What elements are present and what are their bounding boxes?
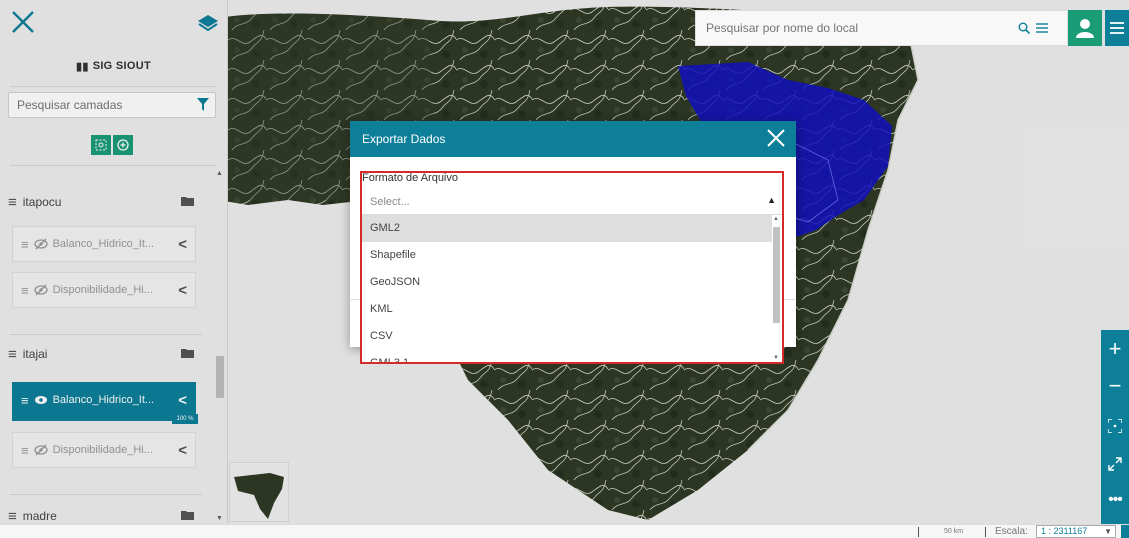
format-options-list: GML2 Shapefile GeoJSON KML CSV GML3.1 xyxy=(362,215,782,362)
scroll-up-icon[interactable]: ▲ xyxy=(773,216,779,222)
list-icon[interactable] xyxy=(1036,22,1048,34)
option-kml[interactable]: KML xyxy=(362,296,772,323)
option-gml31[interactable]: GML3.1 xyxy=(362,350,772,362)
zoom-in-button[interactable]: + xyxy=(1101,332,1129,368)
zoom-out-button[interactable]: − xyxy=(1101,370,1129,406)
option-gml2[interactable]: GML2 xyxy=(362,215,772,242)
location-search[interactable] xyxy=(695,10,1068,46)
map-controls: + − ••• xyxy=(1101,330,1129,524)
close-icon[interactable] xyxy=(766,128,786,148)
format-select[interactable]: Select... ▲ xyxy=(362,189,782,215)
extent-icon xyxy=(1107,418,1123,434)
scrollbar-thumb[interactable] xyxy=(773,227,780,323)
search-icon[interactable] xyxy=(1018,22,1030,34)
format-field-label: Formato de Arquivo xyxy=(362,172,458,184)
user-button[interactable] xyxy=(1068,10,1102,46)
zoom-extent-button[interactable] xyxy=(1101,408,1129,444)
expand-icon xyxy=(1108,457,1122,471)
scale-bar-label: 50 km xyxy=(944,528,964,535)
scale-value: 1 : 2311167 xyxy=(1041,526,1088,536)
option-geojson[interactable]: GeoJSON xyxy=(362,269,772,296)
main-menu-button[interactable] xyxy=(1105,10,1129,46)
dialog-header: Exportar Dados xyxy=(350,121,796,157)
select-placeholder: Select... xyxy=(370,196,410,208)
options-scrollbar[interactable]: ▲ ▼ xyxy=(772,215,782,362)
fullscreen-button[interactable] xyxy=(1101,446,1129,482)
menu-icon xyxy=(1110,22,1124,34)
user-icon xyxy=(1076,19,1094,38)
option-csv[interactable]: CSV xyxy=(362,323,772,350)
status-bar: 50 km Escala: 1 : 2311167 ▼ xyxy=(0,524,1129,538)
status-accent xyxy=(1121,525,1129,538)
option-shapefile[interactable]: Shapefile xyxy=(362,242,772,269)
scroll-down-icon[interactable]: ▼ xyxy=(773,355,779,361)
scale-label: Escala: xyxy=(995,526,1028,537)
location-search-input[interactable] xyxy=(696,11,996,45)
dialog-title: Exportar Dados xyxy=(362,132,446,146)
caret-up-icon[interactable]: ▲ xyxy=(767,195,776,205)
scale-select[interactable]: 1 : 2311167 ▼ xyxy=(1036,525,1116,538)
more-options-button[interactable]: ••• xyxy=(1101,484,1129,520)
chevron-down-icon[interactable]: ▼ xyxy=(1104,526,1112,537)
